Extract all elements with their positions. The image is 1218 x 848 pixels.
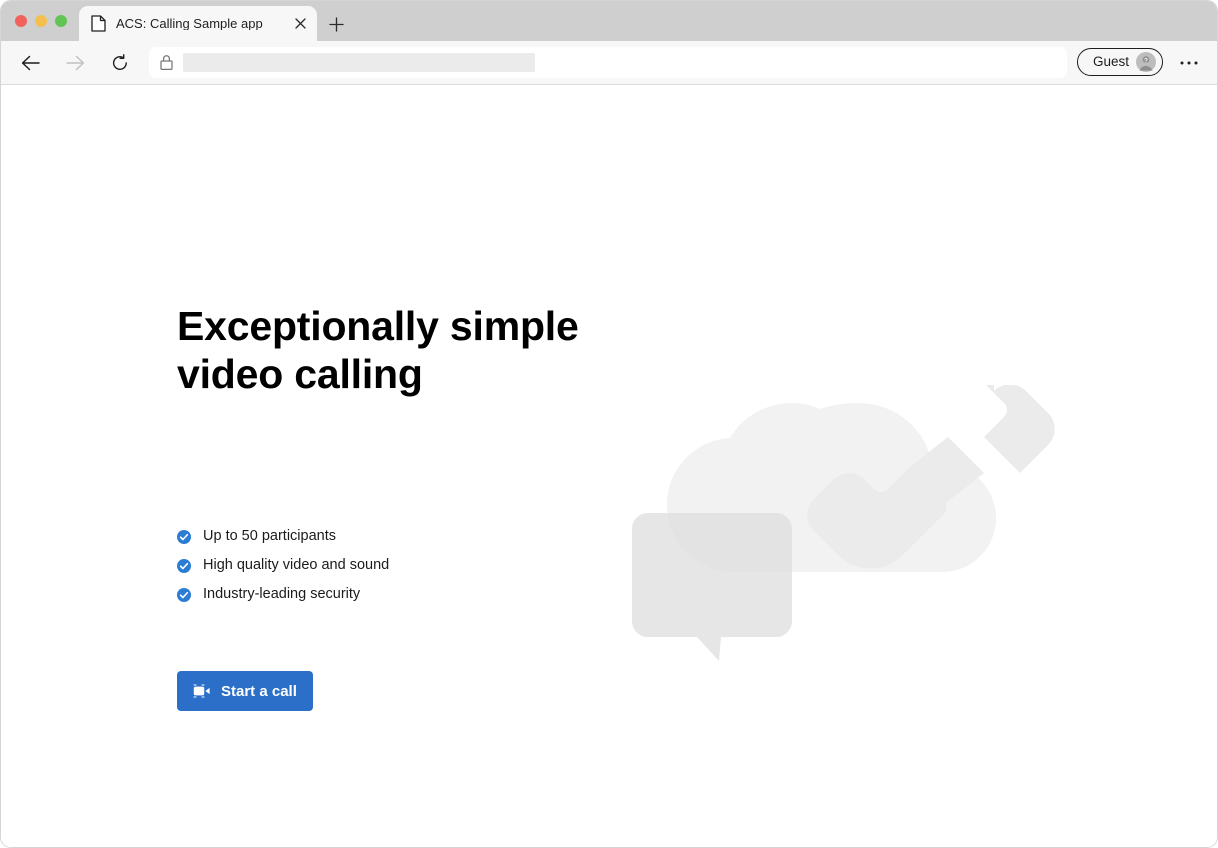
lock-icon <box>160 55 173 71</box>
arrow-right-icon <box>65 55 84 70</box>
list-item: Up to 50 participants <box>177 522 597 551</box>
page-content: Exceptionally simple video calling Up to… <box>1 85 1217 847</box>
tab-title: ACS: Calling Sample app <box>116 17 263 30</box>
arrow-left-icon <box>21 55 40 70</box>
close-icon[interactable] <box>291 15 309 33</box>
video-camera-icon <box>193 684 210 698</box>
feature-list: Up to 50 participants High quality video… <box>177 522 597 609</box>
start-a-call-button[interactable]: Start a call <box>177 671 313 711</box>
check-circle-icon <box>177 529 191 544</box>
hero-section: Exceptionally simple video calling Up to… <box>177 303 597 711</box>
back-button[interactable] <box>15 48 45 78</box>
start-a-call-label: Start a call <box>221 682 297 700</box>
account-question-icon: ? <box>1136 52 1156 72</box>
reload-icon <box>112 53 127 70</box>
tab-strip: ACS: Calling Sample app <box>1 1 1217 41</box>
list-item: High quality video and sound <box>177 551 597 580</box>
feature-label: Industry-leading security <box>203 586 361 603</box>
chat-bubble-shape <box>632 513 792 661</box>
new-tab-button[interactable] <box>323 11 349 37</box>
browser-toolbar: Guest ? <box>1 41 1217 85</box>
minimize-window-button[interactable] <box>35 15 47 27</box>
feature-label: High quality video and sound <box>203 557 390 574</box>
ellipsis-icon <box>1180 61 1198 65</box>
svg-text:?: ? <box>1144 57 1148 64</box>
browser-window: ACS: Calling Sample app Guest ? Exceptio… <box>0 0 1218 848</box>
window-controls <box>15 15 67 27</box>
plus-icon <box>328 16 344 32</box>
profile-button[interactable]: Guest ? <box>1076 48 1163 76</box>
check-circle-icon <box>177 587 191 602</box>
feature-label: Up to 50 participants <box>203 528 336 545</box>
close-window-button[interactable] <box>15 15 27 27</box>
page-icon <box>91 15 106 32</box>
browser-tab[interactable]: ACS: Calling Sample app <box>79 6 317 41</box>
list-item: Industry-leading security <box>177 580 597 609</box>
browser-menu-button[interactable] <box>1177 53 1201 73</box>
maximize-window-button[interactable] <box>55 15 67 27</box>
profile-label: Guest <box>1092 54 1129 70</box>
check-circle-icon <box>177 558 191 573</box>
address-bar-value <box>183 53 535 72</box>
reload-button[interactable] <box>105 48 135 78</box>
forward-button <box>60 48 90 78</box>
page-title: Exceptionally simple video calling <box>177 303 579 397</box>
cloud-phone-chat-illustration <box>632 385 1055 661</box>
address-bar[interactable] <box>149 47 1067 78</box>
